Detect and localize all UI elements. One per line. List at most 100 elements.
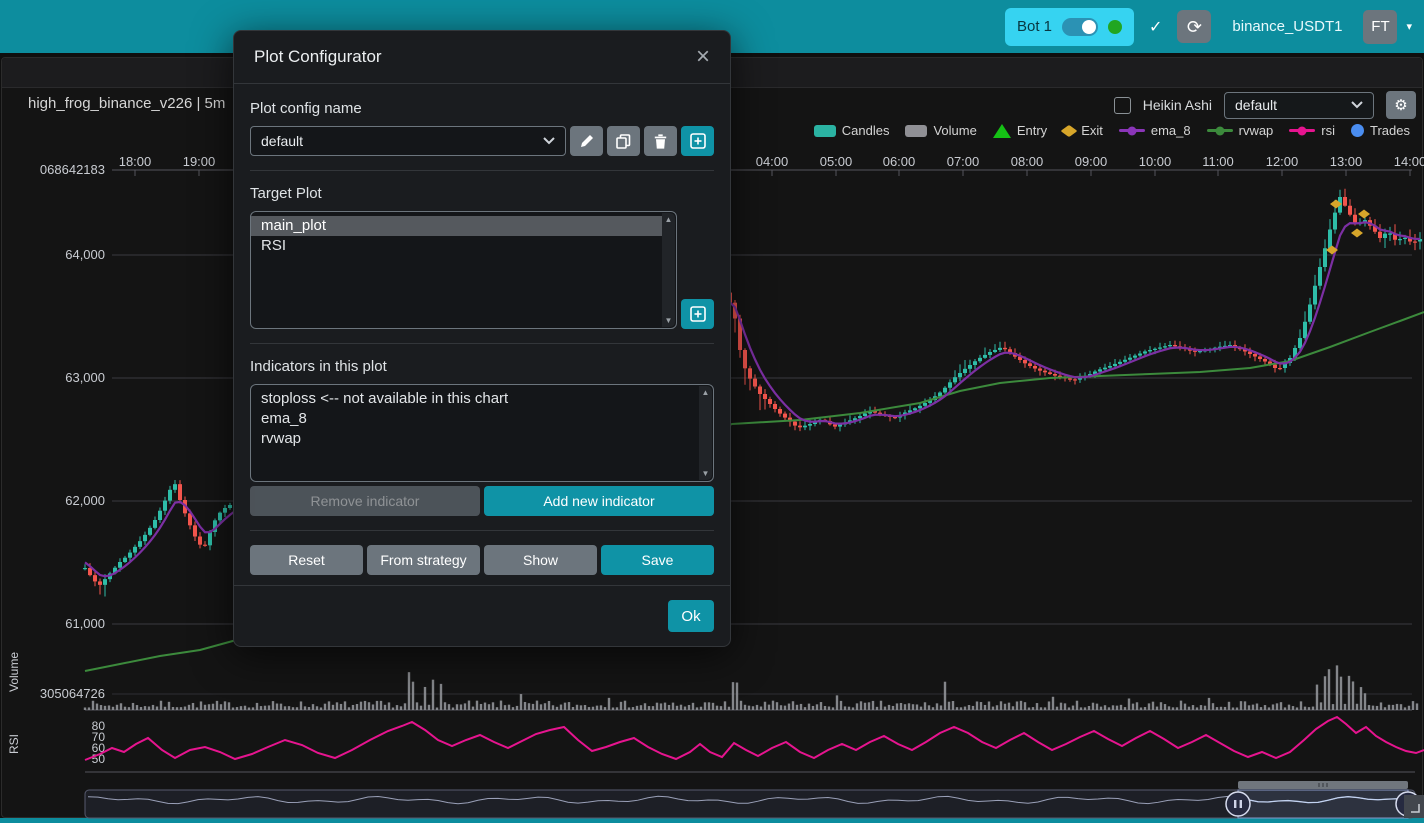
rsi-line-swatch [1289, 129, 1315, 132]
candles-swatch [814, 125, 836, 137]
datazoom-handle[interactable] [1226, 792, 1250, 816]
from-strategy-button[interactable]: From strategy [367, 545, 480, 575]
legend-rvwap[interactable]: rvwap [1207, 123, 1274, 138]
scroll-down-icon[interactable]: ▼ [665, 316, 673, 325]
bot-status-dot [1108, 20, 1122, 34]
legend-label: Trades [1370, 123, 1410, 138]
bot-name: Bot 1 [1017, 18, 1052, 35]
svg-text:06:00: 06:00 [883, 154, 916, 169]
entry-triangle-icon [993, 124, 1011, 138]
legend-volume[interactable]: Volume [905, 123, 976, 138]
heikin-ashi-checkbox[interactable] [1114, 97, 1131, 114]
legend-candles[interactable]: Candles [814, 123, 890, 138]
chevron-down-icon[interactable]: ▾ [1406, 20, 1412, 33]
bot-online-toggle[interactable] [1062, 18, 1098, 36]
bot-selector-chip[interactable]: Bot 1 [1005, 8, 1134, 46]
indicator-item-rvwap[interactable]: rvwap [251, 429, 713, 449]
indicators-listbox: stoploss <-- not available in this chart… [250, 384, 714, 482]
indicator-item-ema8[interactable]: ema_8 [251, 409, 713, 429]
listbox-scrollbar[interactable]: ▲ ▼ [699, 386, 712, 480]
plot-config-select[interactable]: default [1224, 92, 1374, 119]
target-plot-item-main-plot[interactable]: main_plot [251, 216, 663, 236]
svg-text:18:00: 18:00 [119, 154, 152, 169]
rvwap-line-swatch [1207, 129, 1233, 132]
legend-exit[interactable]: Exit [1063, 123, 1103, 138]
plus-square-icon [690, 133, 706, 149]
legend-label: Entry [1017, 123, 1047, 138]
target-plot-label: Target Plot [250, 185, 714, 202]
svg-text:07:00: 07:00 [947, 154, 980, 169]
svg-text:Volume: Volume [7, 652, 21, 692]
legend-label: Candles [842, 123, 890, 138]
add-target-plot-button[interactable] [681, 299, 714, 329]
heikin-ashi-label: Heikin Ashi [1143, 97, 1212, 113]
refresh-button[interactable]: ⟳ [1177, 10, 1211, 43]
svg-text:14:00: 14:00 [1394, 154, 1424, 169]
check-icon: ✓ [1149, 17, 1162, 37]
config-name-select[interactable]: default [250, 126, 566, 156]
ok-button[interactable]: Ok [668, 600, 714, 632]
avatar-label: FT [1371, 18, 1389, 35]
legend-ema8[interactable]: ema_8 [1119, 123, 1191, 138]
legend-trades[interactable]: Trades [1351, 123, 1410, 138]
modal-header: Plot Configurator × [234, 31, 730, 84]
user-avatar[interactable]: FT [1363, 10, 1397, 44]
trash-icon [654, 134, 667, 149]
plot-configurator-gear-button[interactable]: ⚙ [1386, 91, 1416, 119]
svg-text:10:00: 10:00 [1139, 154, 1172, 169]
toggle-knob [1082, 20, 1096, 34]
trades-circle-icon [1351, 124, 1364, 137]
volume-swatch [905, 125, 927, 137]
legend-rsi[interactable]: rsi [1289, 123, 1335, 138]
chart-legend: Candles Volume Entry Exit ema_8 rvwap rs… [814, 123, 1410, 138]
listbox-scrollbar[interactable]: ▲ ▼ [662, 213, 675, 327]
ema8-line-swatch [1119, 129, 1145, 132]
plot-configurator-modal: Plot Configurator × Plot config name def… [233, 30, 731, 647]
svg-text:13:00: 13:00 [1330, 154, 1363, 169]
svg-text:068642183: 068642183 [40, 162, 105, 177]
save-button[interactable]: Save [601, 545, 714, 575]
svg-text:RSI: RSI [7, 734, 21, 754]
legend-label: ema_8 [1151, 123, 1191, 138]
plus-square-icon [690, 306, 706, 322]
resize-grip[interactable] [1404, 795, 1424, 818]
add-config-button[interactable] [681, 126, 714, 156]
datazoom-track[interactable] [85, 790, 1415, 818]
pair-name: binance_USDT1 [1232, 18, 1342, 35]
target-plot-listbox: main_plot RSI ▲ ▼ [250, 211, 677, 329]
duplicate-config-button[interactable] [607, 126, 640, 156]
svg-text:08:00: 08:00 [1011, 154, 1044, 169]
svg-text:62,000: 62,000 [65, 493, 105, 508]
delete-config-button[interactable] [644, 126, 677, 156]
edit-config-button[interactable] [570, 126, 603, 156]
show-button[interactable]: Show [484, 545, 597, 575]
pencil-icon [580, 134, 594, 148]
svg-text:09:00: 09:00 [1075, 154, 1108, 169]
legend-label: Exit [1081, 123, 1103, 138]
target-plot-item-rsi[interactable]: RSI [251, 236, 676, 256]
gear-icon: ⚙ [1394, 97, 1407, 114]
remove-indicator-button[interactable]: Remove indicator [250, 486, 480, 516]
svg-text:305064726: 305064726 [40, 686, 105, 701]
scroll-down-icon[interactable]: ▼ [702, 469, 710, 478]
scroll-up-icon[interactable]: ▲ [702, 388, 710, 397]
indicator-item-stoploss[interactable]: stoploss <-- not available in this chart [251, 389, 713, 409]
legend-entry[interactable]: Entry [993, 123, 1047, 138]
plot-config-name-label: Plot config name [250, 100, 714, 117]
svg-text:64,000: 64,000 [65, 247, 105, 262]
modal-title: Plot Configurator [254, 47, 382, 67]
datazoom-selection[interactable] [1238, 790, 1408, 818]
strategy-title: high_frog_binance_v226 | 5m [28, 95, 225, 112]
modal-body: Plot config name default Target Plot m [234, 84, 730, 585]
modal-footer: Ok [234, 585, 730, 646]
close-icon[interactable]: × [696, 48, 710, 66]
legend-label: rvwap [1239, 123, 1274, 138]
indicators-label: Indicators in this plot [250, 358, 714, 375]
add-new-indicator-button[interactable]: Add new indicator [484, 486, 714, 516]
refresh-icon: ⟳ [1187, 18, 1202, 36]
svg-text:04:00: 04:00 [756, 154, 789, 169]
legend-label: Volume [933, 123, 976, 138]
reset-button[interactable]: Reset [250, 545, 363, 575]
svg-text:19:00: 19:00 [183, 154, 216, 169]
scroll-up-icon[interactable]: ▲ [665, 215, 673, 224]
